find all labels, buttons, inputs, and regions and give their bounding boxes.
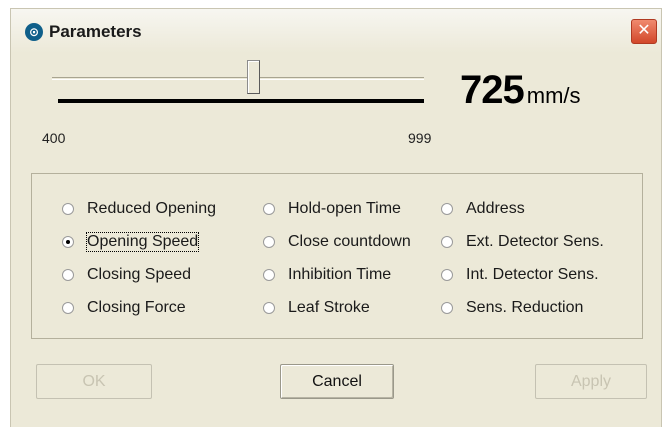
radio-label: Int. Detector Sens. [466, 266, 599, 283]
slider-track[interactable] [52, 77, 424, 80]
radio-closing-force[interactable]: Closing Force [62, 298, 186, 318]
cancel-button[interactable]: Cancel [280, 364, 394, 399]
radio-button[interactable] [441, 269, 453, 281]
radio-button[interactable] [62, 302, 74, 314]
radio-button[interactable] [62, 236, 74, 248]
radio-button[interactable] [441, 203, 453, 215]
radio-label: Ext. Detector Sens. [466, 233, 604, 250]
slider-max-label: 999 [408, 130, 432, 146]
radio-button[interactable] [62, 203, 74, 215]
radio-label: Address [466, 200, 525, 217]
radio-button[interactable] [263, 236, 275, 248]
radio-sens-reduction[interactable]: Sens. Reduction [441, 298, 583, 318]
radio-button[interactable] [263, 203, 275, 215]
radio-label: Opening Speed [85, 232, 200, 252]
radio-reduced-opening[interactable]: Reduced Opening [62, 199, 216, 219]
radio-opening-speed[interactable]: Opening Speed [62, 232, 200, 252]
radio-button[interactable] [441, 236, 453, 248]
radio-label: Reduced Opening [87, 200, 216, 217]
radio-ext-detector-sens[interactable]: Ext. Detector Sens. [441, 232, 604, 252]
slider-min-label: 400 [42, 130, 66, 146]
slider-range-bar [58, 99, 424, 103]
title-bar[interactable]: ⊙ Parameters ✕ [11, 9, 661, 53]
radio-button[interactable] [62, 269, 74, 281]
radio-label: Inhibition Time [288, 266, 392, 283]
radio-button[interactable] [441, 302, 453, 314]
radio-button[interactable] [263, 269, 275, 281]
value-readout: 725 mm/s [460, 68, 581, 113]
radio-inhibition-time[interactable]: Inhibition Time [263, 265, 391, 285]
radio-label: Closing Speed [87, 266, 192, 283]
radio-leaf-stroke[interactable]: Leaf Stroke [263, 298, 370, 318]
radio-button[interactable] [263, 302, 275, 314]
apply-button[interactable]: Apply [535, 364, 647, 399]
radio-label: Close countdown [288, 233, 411, 250]
radio-label: Hold-open Time [288, 200, 401, 217]
window-title: Parameters [49, 22, 142, 41]
value-unit: mm/s [526, 83, 581, 108]
slider-thumb[interactable] [246, 60, 260, 94]
ok-button[interactable]: OK [36, 364, 152, 399]
value-number: 725 [460, 68, 525, 112]
app-icon: ⊙ [25, 23, 43, 41]
radio-label: Closing Force [87, 299, 186, 316]
radio-hold-open-time[interactable]: Hold-open Time [263, 199, 401, 219]
close-button[interactable]: ✕ [631, 19, 657, 44]
radio-address[interactable]: Address [441, 199, 525, 219]
radio-closing-speed[interactable]: Closing Speed [62, 265, 191, 285]
radio-int-detector-sens[interactable]: Int. Detector Sens. [441, 265, 599, 285]
radio-label: Sens. Reduction [466, 299, 584, 316]
radio-close-countdown[interactable]: Close countdown [263, 232, 411, 252]
radio-label: Leaf Stroke [288, 299, 370, 316]
